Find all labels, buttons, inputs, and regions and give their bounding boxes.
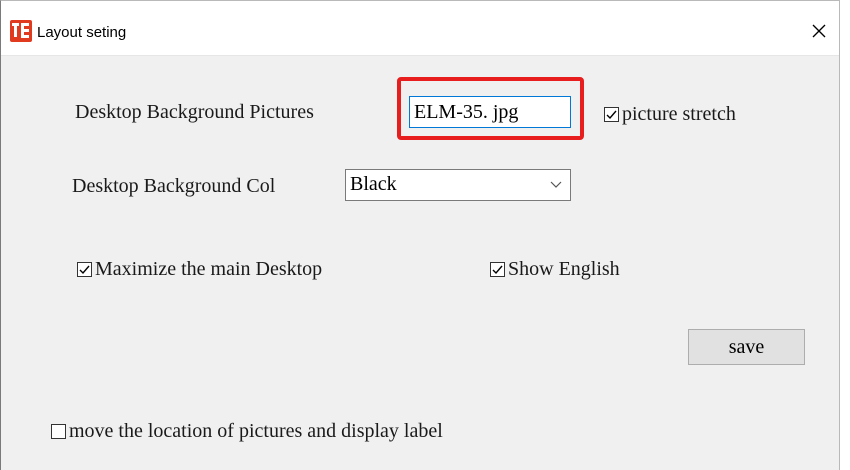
checkbox-box — [490, 262, 505, 277]
bg-color-value: Black — [350, 173, 397, 195]
app-logo-icon — [10, 20, 32, 42]
maximize-desktop-checkbox[interactable]: Maximize the main Desktop — [77, 258, 322, 281]
maximize-desktop-label: Maximize the main Desktop — [95, 258, 323, 280]
save-button[interactable]: save — [688, 329, 805, 365]
show-english-label: Show English — [508, 258, 620, 280]
bg-color-select[interactable]: Black — [345, 169, 571, 201]
close-icon — [812, 24, 826, 38]
bg-color-label: Desktop Background Col — [72, 175, 276, 197]
checkmark-icon — [79, 265, 90, 275]
move-location-checkbox[interactable]: move the location of pictures and displa… — [51, 420, 443, 443]
bg-picture-label: Desktop Background Pictures — [75, 101, 314, 123]
checkbox-box — [51, 424, 66, 439]
bg-picture-input[interactable] — [409, 96, 571, 128]
picture-stretch-checkbox[interactable]: picture stretch — [604, 103, 736, 126]
layout-setting-window: Layout seting Desktop Background Picture… — [0, 0, 840, 470]
title-bar: Layout seting — [1, 1, 839, 56]
close-button[interactable] — [799, 11, 839, 51]
checkmark-icon — [606, 110, 617, 120]
window-title: Layout seting — [37, 24, 127, 41]
picture-stretch-label: picture stretch — [622, 103, 736, 125]
checkmark-icon — [492, 265, 503, 275]
move-location-label: move the location of pictures and displa… — [69, 420, 443, 442]
checkbox-box — [77, 262, 92, 277]
checkbox-box — [604, 107, 619, 122]
chevron-down-icon — [550, 181, 562, 188]
show-english-checkbox[interactable]: Show English — [490, 258, 620, 281]
